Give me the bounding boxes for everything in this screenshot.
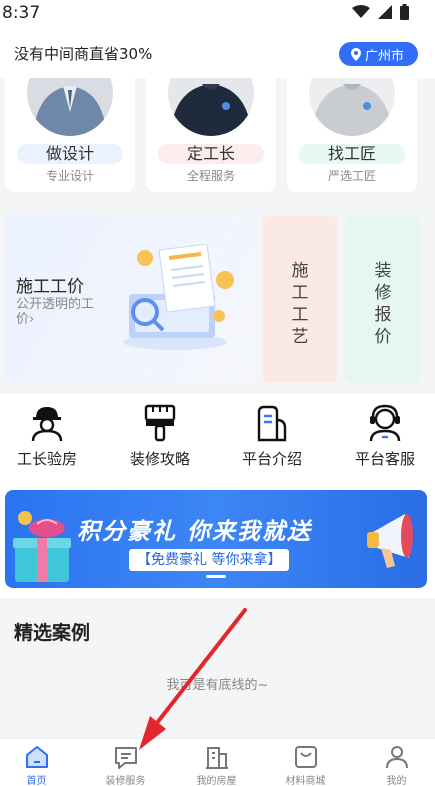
price-illustration [123,244,234,350]
service-card-craftsman[interactable]: 找工匠 严选工匠 [287,78,417,192]
tab-materials-mall[interactable]: 材料商城 [262,744,349,786]
service-tag: 做设计 [17,144,123,164]
home-icon [25,746,48,768]
tab-label: 装修服务 [105,776,146,786]
service-subtitle: 全程服务 [186,169,235,183]
service-card-foreman[interactable]: 定工长 全程服务 [146,78,276,192]
card-char: 装 [374,261,392,281]
city-label: 广州市 [364,48,404,64]
craftsman-photo [309,78,395,136]
feature-section: 施工工价 公开透明的工价› 施 工 工 艺 装 修 报 价 [0,198,435,394]
card-char: 价 [374,327,392,347]
foreman-icon [31,407,63,442]
construction-price-card[interactable]: 施工工价 公开透明的工价› [5,216,255,383]
bottom-tab-bar: 首页 装修服务 我的房屋 材料商城 我的 [0,738,435,786]
banner-title: 积分豪礼 你来我就送 [77,519,313,545]
end-of-list-text: 我可是有底线的~ [166,678,269,693]
message-icon [114,747,137,769]
tab-renovation-service[interactable]: 装修服务 [82,744,169,786]
megaphone-illustration [367,514,413,568]
tab-label: 材料商城 [285,776,326,786]
quote-card[interactable]: 装 修 报 价 [345,216,421,383]
building-icon [205,747,228,769]
tab-label: 首页 [26,776,47,786]
slogan-text: 没有中间商直省30% [14,45,153,63]
designer-photo [27,78,113,136]
wifi-icon [352,5,370,18]
featured-cases: 精选案例 我可是有底线的~ [0,598,435,738]
card-char: 施 [291,261,309,281]
battery-icon [400,4,409,20]
paintbrush-icon [144,404,176,442]
price-card-title: 施工工价 [16,277,84,297]
status-bar: 8:37 [0,0,435,26]
gift-box-illustration [13,511,71,582]
service-tag: 找工匠 [299,144,405,164]
service-tag: 定工长 [158,144,264,164]
quick-link-support[interactable]: 平台客服 [335,404,435,469]
quick-links: 工长验房 装修攻略 平台介绍 平台客服 [0,394,435,480]
cases-title: 精选案例 [14,622,91,644]
price-card-subtitle: 公开透明的工价 [16,297,95,327]
service-cards: 做设计 专业设计 定工长 全程服务 找工匠 严选工匠 [0,78,435,198]
chevron-right-icon: › [29,312,35,327]
promo-banner[interactable]: 积分豪礼 你来我就送 【免费豪礼 等你来拿】 [5,490,427,588]
card-char: 修 [374,283,392,303]
craft-card[interactable]: 施 工 工 艺 [262,216,338,383]
status-time: 8:37 [2,3,41,23]
tab-label: 我的 [386,776,407,786]
service-subtitle: 严选工匠 [327,169,376,183]
banner-subtitle: 【免费豪礼 等你来拿】 [129,549,290,571]
service-card-design[interactable]: 做设计 专业设计 [5,78,135,192]
customer-service-icon [369,404,401,442]
tab-my-house[interactable]: 我的房屋 [173,744,260,786]
location-pin-icon [350,47,361,61]
service-subtitle: 专业设计 [45,169,94,183]
quick-link-label: 工长验房 [16,450,77,468]
platform-icon [257,405,287,442]
quick-link-platform[interactable]: 平台介绍 [222,404,322,469]
tab-home[interactable]: 首页 [0,744,80,786]
tab-label: 我的房屋 [196,776,237,786]
quick-link-label: 平台客服 [354,450,415,468]
banner-indicator [206,575,226,578]
card-char: 工 [291,305,309,325]
quick-link-inspection[interactable]: 工长验房 [0,404,97,469]
tab-profile[interactable]: 我的 [353,744,435,786]
top-header: 没有中间商直省30% 广州市 [0,26,435,78]
card-char: 工 [291,283,309,303]
card-char: 艺 [291,327,309,347]
shopping-bag-icon [294,746,317,768]
signal-icon [378,5,392,19]
quick-link-guide[interactable]: 装修攻略 [110,404,210,469]
quick-link-label: 装修攻略 [129,450,190,468]
quick-link-label: 平台介绍 [241,450,302,468]
foreman-photo [168,78,254,136]
user-icon [385,746,408,769]
city-selector-button[interactable]: 广州市 [338,42,418,66]
card-char: 报 [374,305,392,325]
